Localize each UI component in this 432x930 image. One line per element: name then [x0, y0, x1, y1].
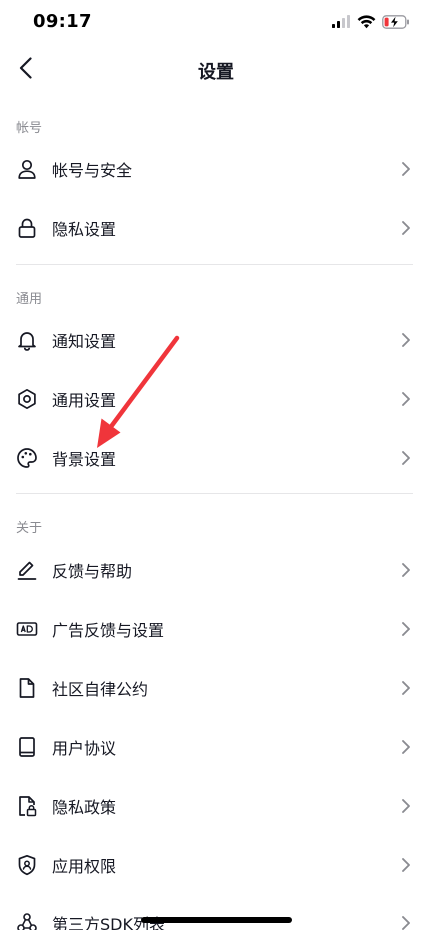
book-icon: [16, 736, 38, 758]
section-header-general: 通用: [16, 292, 43, 307]
settings-item-label: 隐私政策: [52, 798, 117, 817]
status-bar: 09:17: [0, 0, 432, 46]
share-nodes-icon: [16, 912, 38, 930]
privacy-doc-icon: [16, 795, 38, 817]
settings-item-label: 用户协议: [52, 739, 117, 758]
settings-item-label: 背景设置: [52, 450, 117, 469]
section-divider: [16, 493, 413, 494]
settings-item-label: 社区自律公约: [52, 680, 149, 699]
settings-item-app-permissions[interactable]: 应用权限: [0, 839, 432, 889]
chevron-right-icon: [400, 391, 412, 407]
settings-item-general[interactable]: 通用设置: [0, 373, 432, 423]
chevron-right-icon: [400, 332, 412, 348]
settings-screen: 09:17 设置 帐号 帐号与安全 隐私设置 通用 通知设置 通用设置 背景设置…: [0, 0, 432, 930]
settings-item-background[interactable]: 背景设置: [0, 432, 432, 482]
chevron-right-icon: [400, 680, 412, 696]
wifi-icon: [357, 14, 376, 33]
settings-item-label: 隐私设置: [52, 220, 117, 239]
lock-icon: [16, 217, 38, 239]
settings-item-community-guidelines[interactable]: 社区自律公约: [0, 662, 432, 712]
shield-icon: [16, 854, 38, 876]
section-header-account: 帐号: [16, 121, 43, 136]
pencil-icon: [16, 559, 38, 581]
ad-icon: [16, 618, 38, 640]
home-indicator: [141, 917, 292, 923]
gear-icon: [16, 388, 38, 410]
settings-item-notifications[interactable]: 通知设置: [0, 314, 432, 364]
nav-bar: 设置: [0, 46, 432, 94]
settings-item-privacy-policy[interactable]: 隐私政策: [0, 780, 432, 830]
settings-item-third-party-sdk[interactable]: 第三方SDK列表: [0, 897, 432, 930]
page-title: 设置: [198, 62, 234, 83]
status-time: 09:17: [33, 11, 92, 32]
settings-item-ad-feedback[interactable]: 广告反馈与设置: [0, 603, 432, 653]
chevron-right-icon: [400, 161, 412, 177]
settings-item-label: 广告反馈与设置: [52, 621, 165, 640]
chevron-right-icon: [400, 621, 412, 637]
chevron-right-icon: [400, 915, 412, 930]
palette-icon: [16, 447, 38, 469]
document-icon: [16, 677, 38, 699]
bell-icon: [16, 329, 38, 351]
settings-item-label: 通知设置: [52, 332, 117, 351]
status-icons: [331, 14, 410, 33]
chevron-right-icon: [400, 220, 412, 236]
section-header-about: 关于: [16, 521, 43, 536]
cellular-signal-icon: [331, 14, 351, 33]
section-divider: [16, 264, 413, 265]
settings-item-label: 帐号与安全: [52, 161, 133, 180]
chevron-right-icon: [400, 798, 412, 814]
settings-item-user-agreement[interactable]: 用户协议: [0, 721, 432, 771]
chevron-right-icon: [400, 562, 412, 578]
chevron-right-icon: [400, 450, 412, 466]
settings-item-account-security[interactable]: 帐号与安全: [0, 143, 432, 193]
settings-item-privacy[interactable]: 隐私设置: [0, 202, 432, 252]
settings-item-label: 通用设置: [52, 391, 117, 410]
battery-charging-icon: [382, 14, 410, 33]
chevron-right-icon: [400, 857, 412, 873]
settings-item-label: 应用权限: [52, 857, 117, 876]
settings-item-feedback-help[interactable]: 反馈与帮助: [0, 544, 432, 594]
chevron-right-icon: [400, 739, 412, 755]
settings-item-label: 反馈与帮助: [52, 562, 133, 581]
person-icon: [16, 158, 38, 180]
